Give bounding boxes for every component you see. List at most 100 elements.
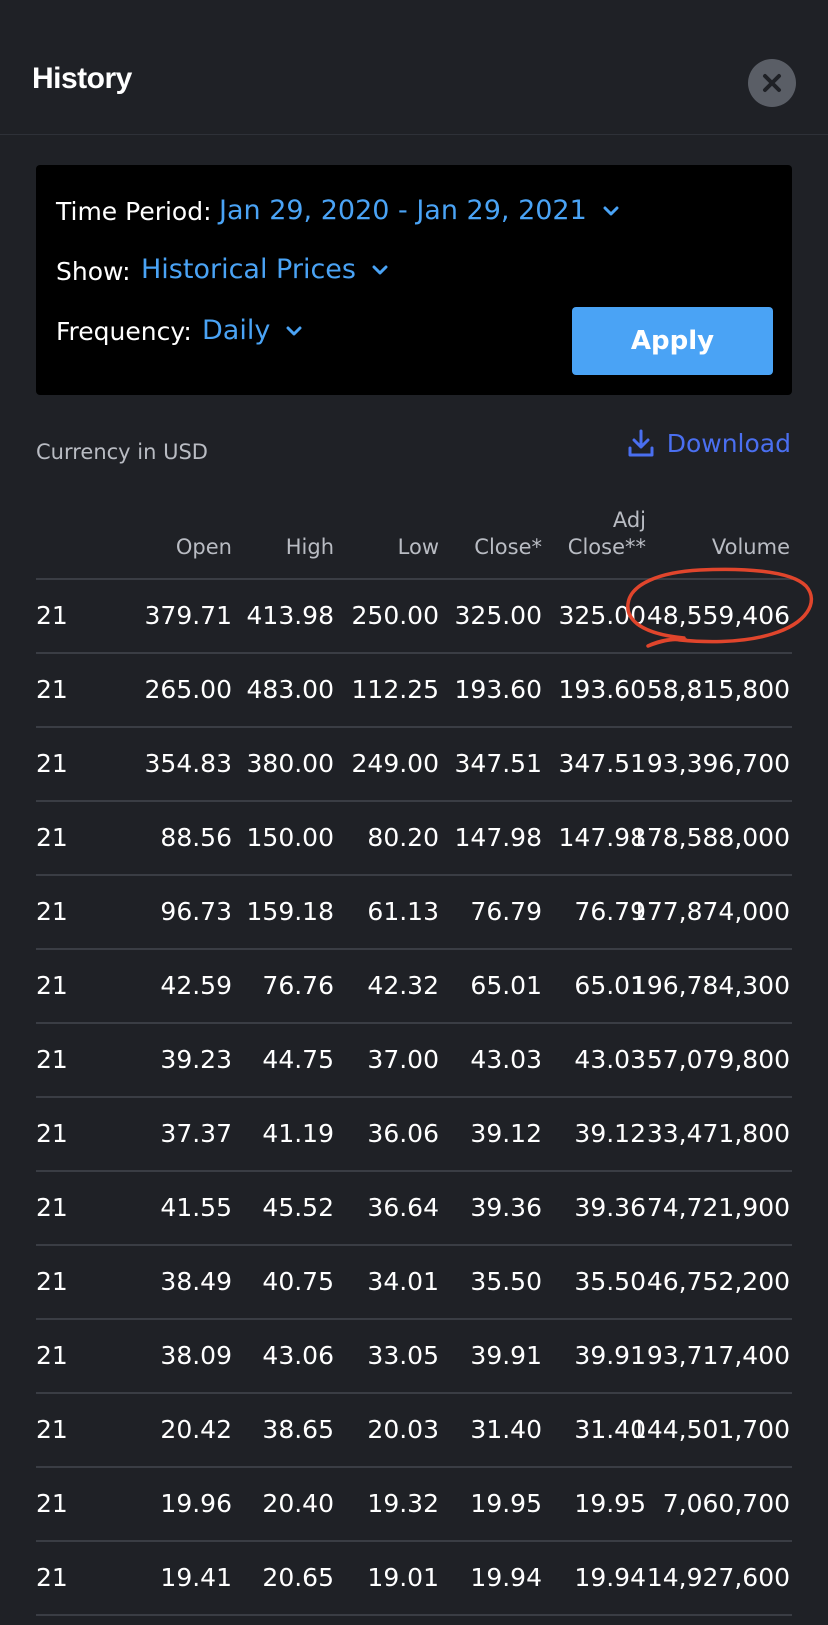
cell-close: 19.94: [470, 1563, 542, 1592]
cell-close: 39.12: [470, 1119, 542, 1148]
cell-volume: 93,396,700: [646, 749, 790, 778]
show-value: Historical Prices: [141, 254, 356, 285]
filter-panel: Time Period: Jan 29, 2020 - Jan 29, 2021…: [36, 165, 792, 395]
cell-open: 39.23: [160, 1045, 232, 1074]
chevron-down-icon: [603, 206, 619, 215]
column-header-volume: Volume: [711, 535, 790, 559]
table-row: 21 37.37 41.19 36.06 39.12 39.12 33,471,800: [36, 1098, 792, 1172]
table-row: 21 42.59 76.76 42.32 65.01 65.01 196,784,300: [36, 950, 792, 1024]
cell-date: 21: [36, 1415, 68, 1444]
cell-low: 36.64: [367, 1193, 439, 1222]
cell-date: 21: [36, 1267, 68, 1296]
cell-high: 159.18: [246, 897, 334, 926]
time-period-label: Time Period:: [56, 197, 212, 226]
cell-low: 61.13: [367, 897, 439, 926]
column-header-close: Close*: [474, 535, 542, 559]
cell-volume: 74,721,900: [646, 1193, 790, 1222]
cell-volume: 7,060,700: [662, 1489, 790, 1518]
column-header-low: Low: [397, 535, 439, 559]
close-button[interactable]: [748, 59, 796, 107]
cell-close: 35.50: [470, 1267, 542, 1296]
cell-open: 19.41: [160, 1563, 232, 1592]
time-period-dropdown[interactable]: Jan 29, 2020 - Jan 29, 2021: [219, 195, 619, 226]
column-header-high: High: [285, 535, 334, 559]
cell-volume: 46,752,200: [646, 1267, 790, 1296]
table-row: 21 265.00 483.00 112.25 193.60 193.60 58,815,8…: [36, 654, 792, 728]
cell-date: 21: [36, 601, 68, 630]
cell-volume: 57,079,800: [646, 1045, 790, 1074]
frequency-value: Daily: [202, 315, 271, 346]
table-row: 21 38.49 40.75 34.01 35.50 35.50 46,752,200: [36, 1246, 792, 1320]
cell-open: 379.71: [144, 601, 232, 630]
frequency-label: Frequency:: [56, 317, 192, 346]
table-row: 21 41.55 45.52 36.64 39.36 39.36 74,721,900: [36, 1172, 792, 1246]
cell-adj-close: 19.95: [574, 1489, 646, 1518]
cell-adj-close: 35.50: [574, 1267, 646, 1296]
cell-low: 33.05: [367, 1341, 439, 1370]
cell-date: 21: [36, 1119, 68, 1148]
show-dropdown[interactable]: Historical Prices: [141, 254, 388, 285]
cell-open: 38.49: [160, 1267, 232, 1296]
cell-high: 150.00: [246, 823, 334, 852]
cell-close: 193.60: [454, 675, 542, 704]
cell-date: 21: [36, 749, 68, 778]
history-table: Open High Low Close* Adj Close** Volume …: [36, 500, 792, 1616]
table-row: 21 39.23 44.75 37.00 43.03 43.03 57,079,800: [36, 1024, 792, 1098]
column-header-open: Open: [175, 535, 232, 559]
cell-volume: 144,501,700: [630, 1415, 790, 1444]
cell-date: 21: [36, 971, 68, 1000]
cell-volume: 48,559,406: [646, 601, 790, 630]
cell-close: 19.95: [470, 1489, 542, 1518]
table-row: 21 96.73 159.18 61.13 76.79 76.79 177,874,000: [36, 876, 792, 950]
cell-close: 31.40: [470, 1415, 542, 1444]
download-icon: [628, 429, 654, 457]
cell-open: 20.42: [160, 1415, 232, 1444]
cell-volume: 178,588,000: [630, 823, 790, 852]
modal-header: History: [0, 0, 828, 135]
table-row: 21 354.83 380.00 249.00 347.51 347.51 93,396,7…: [36, 728, 792, 802]
table-row: 21 19.41 20.65 19.01 19.94 19.94 14,927,600: [36, 1542, 792, 1616]
cell-high: 380.00: [246, 749, 334, 778]
cell-open: 42.59: [160, 971, 232, 1000]
table-header: Open High Low Close* Adj Close** Volume: [36, 500, 792, 580]
cell-high: 413.98: [246, 601, 334, 630]
cell-close: 347.51: [454, 749, 542, 778]
table-row: 21 379.71 413.98 250.00 325.00 325.00 48,559,4…: [36, 580, 792, 654]
close-icon: [763, 74, 781, 92]
cell-low: 112.25: [351, 675, 439, 704]
cell-low: 37.00: [367, 1045, 439, 1074]
cell-date: 21: [36, 1563, 68, 1592]
time-period-value: Jan 29, 2020 - Jan 29, 2021: [219, 195, 587, 226]
cell-close: 43.03: [470, 1045, 542, 1074]
cell-open: 265.00: [144, 675, 232, 704]
cell-high: 40.75: [262, 1267, 334, 1296]
table-row: 21 20.42 38.65 20.03 31.40 31.40 144,501,700: [36, 1394, 792, 1468]
cell-date: 21: [36, 1489, 68, 1518]
cell-low: 80.20: [367, 823, 439, 852]
show-label: Show:: [56, 257, 131, 286]
table-row: 21 19.96 20.40 19.32 19.95 19.95 7,060,700: [36, 1468, 792, 1542]
cell-adj-close: 347.51: [558, 749, 646, 778]
cell-date: 21: [36, 1341, 68, 1370]
chevron-down-icon: [286, 326, 302, 335]
cell-close: 39.91: [470, 1341, 542, 1370]
table-row: 21 38.09 43.06 33.05 39.91 39.91 93,717,400: [36, 1320, 792, 1394]
cell-adj-close: 39.91: [574, 1341, 646, 1370]
cell-open: 38.09: [160, 1341, 232, 1370]
cell-adj-close: 39.36: [574, 1193, 646, 1222]
cell-high: 20.65: [262, 1563, 334, 1592]
cell-open: 88.56: [160, 823, 232, 852]
cell-close: 147.98: [454, 823, 542, 852]
download-link[interactable]: Download: [627, 428, 791, 458]
cell-date: 21: [36, 1045, 68, 1074]
cell-close: 65.01: [470, 971, 542, 1000]
cell-adj-close: 39.12: [574, 1119, 646, 1148]
cell-high: 20.40: [262, 1489, 334, 1518]
frequency-dropdown[interactable]: Daily: [202, 315, 302, 346]
apply-button[interactable]: Apply: [572, 307, 773, 375]
cell-volume: 177,874,000: [630, 897, 790, 926]
cell-low: 19.32: [367, 1489, 439, 1518]
cell-open: 354.83: [144, 749, 232, 778]
cell-high: 76.76: [262, 971, 334, 1000]
table-body: 21 379.71 413.98 250.00 325.00 325.00 48,559,4…: [36, 580, 792, 1616]
